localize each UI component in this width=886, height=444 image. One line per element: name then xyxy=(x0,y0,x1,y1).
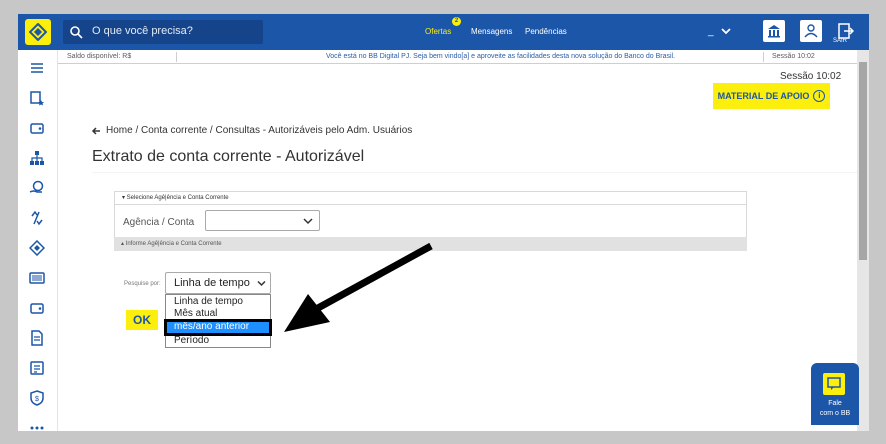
fale-label: Fale com o BB xyxy=(811,399,859,419)
fale-com-bb-button[interactable]: Fale com o BB xyxy=(811,363,859,425)
nav-mensagens[interactable]: Mensagens xyxy=(471,27,512,36)
chevron-down-icon[interactable] xyxy=(720,26,732,36)
info-bar: Saldo disponível: R$ Você está no BB Dig… xyxy=(58,50,857,64)
nav-pendencias[interactable]: Pendências xyxy=(525,27,567,36)
bb-logo-icon[interactable] xyxy=(25,19,51,45)
coin-hand-icon[interactable] xyxy=(29,180,45,196)
chevron-down-icon xyxy=(303,218,313,225)
bank-icon xyxy=(768,25,780,38)
material-label: MATERIAL DE APOIO xyxy=(717,91,810,101)
menu-icon[interactable] xyxy=(29,60,45,76)
wallet-icon[interactable] xyxy=(29,120,45,136)
select-value: Linha de tempo xyxy=(174,277,250,289)
svg-text:$: $ xyxy=(35,396,39,403)
session-timer: Sessão 10:02 xyxy=(780,71,842,82)
profile-button[interactable] xyxy=(800,20,822,42)
section-header[interactable]: ▾ Selecione Agê|ência e Conta Corrente xyxy=(115,192,746,205)
nav-ofertas[interactable]: Ofertas xyxy=(425,27,451,36)
period-dropdown-list: Linha de tempo Mês atual mês/ano anterio… xyxy=(164,294,272,348)
more-icon[interactable] xyxy=(29,420,45,431)
search-placeholder: O que você precisa? xyxy=(92,25,193,37)
back-arrow-icon[interactable] xyxy=(91,126,101,136)
breadcrumb[interactable]: Home / Conta corrente / Consultas - Auto… xyxy=(106,125,412,136)
material-de-apoio-button[interactable]: MATERIAL DE APOIO i xyxy=(713,83,830,109)
shield-money-icon[interactable]: $ xyxy=(29,390,45,406)
user-icon xyxy=(804,24,818,38)
transfer-icon[interactable] xyxy=(29,210,45,226)
agencia-select[interactable] xyxy=(205,210,320,231)
app-window: O que você precisa? Ofertas 2 Mensagens … xyxy=(18,14,869,431)
ok-button[interactable]: OK xyxy=(126,310,158,330)
divider xyxy=(763,52,764,62)
chat-icon xyxy=(823,373,845,395)
org-chart-icon[interactable] xyxy=(29,150,45,166)
scrollbar-thumb[interactable] xyxy=(859,62,867,260)
welcome-text: Você está no BB Digital PJ. Seja bem vin… xyxy=(326,53,676,60)
pesquise-label: Pesquise por: xyxy=(124,281,161,287)
search-box[interactable]: O que você precisa? xyxy=(63,20,263,44)
bank-button[interactable] xyxy=(763,20,785,42)
info-icon: i xyxy=(813,90,826,102)
search-icon xyxy=(70,26,83,39)
annotation-arrow xyxy=(284,242,433,332)
option-linha-de-tempo[interactable]: Linha de tempo xyxy=(166,296,270,308)
option-mes-atual[interactable]: Mês atual xyxy=(166,308,270,320)
option-mes-ano-anterior[interactable]: mês/ano anterior xyxy=(164,319,272,336)
account-dropdown-text[interactable]: _ xyxy=(708,26,714,37)
ofertas-badge: 2 xyxy=(452,17,461,26)
chevron-down-icon xyxy=(257,280,266,287)
option-periodo[interactable]: Período xyxy=(166,335,270,347)
session-timer-top: Sessão 10:02 xyxy=(772,53,815,60)
star-document-icon[interactable] xyxy=(29,90,45,106)
page-title: Extrato de conta corrente - Autorizável xyxy=(92,148,365,165)
fale-line2: com o BB xyxy=(819,410,851,417)
barcode-icon[interactable] xyxy=(29,270,45,286)
fale-line1: Fale xyxy=(828,400,842,407)
sair-label[interactable]: SAIR xyxy=(833,38,847,44)
agencia-label: Agência / Conta xyxy=(123,217,195,228)
divider xyxy=(176,52,177,62)
invoice-icon[interactable] xyxy=(29,360,45,376)
saldo-text: Saldo disponível: R$ xyxy=(67,53,132,60)
top-bar: O que você precisa? Ofertas 2 Mensagens … xyxy=(18,14,869,50)
wallet2-icon[interactable] xyxy=(29,300,45,316)
diamond-icon[interactable] xyxy=(29,240,45,256)
sidebar: $ xyxy=(18,50,58,431)
search-period-select[interactable]: Linha de tempo xyxy=(165,272,271,294)
receipt-icon[interactable] xyxy=(29,330,45,346)
